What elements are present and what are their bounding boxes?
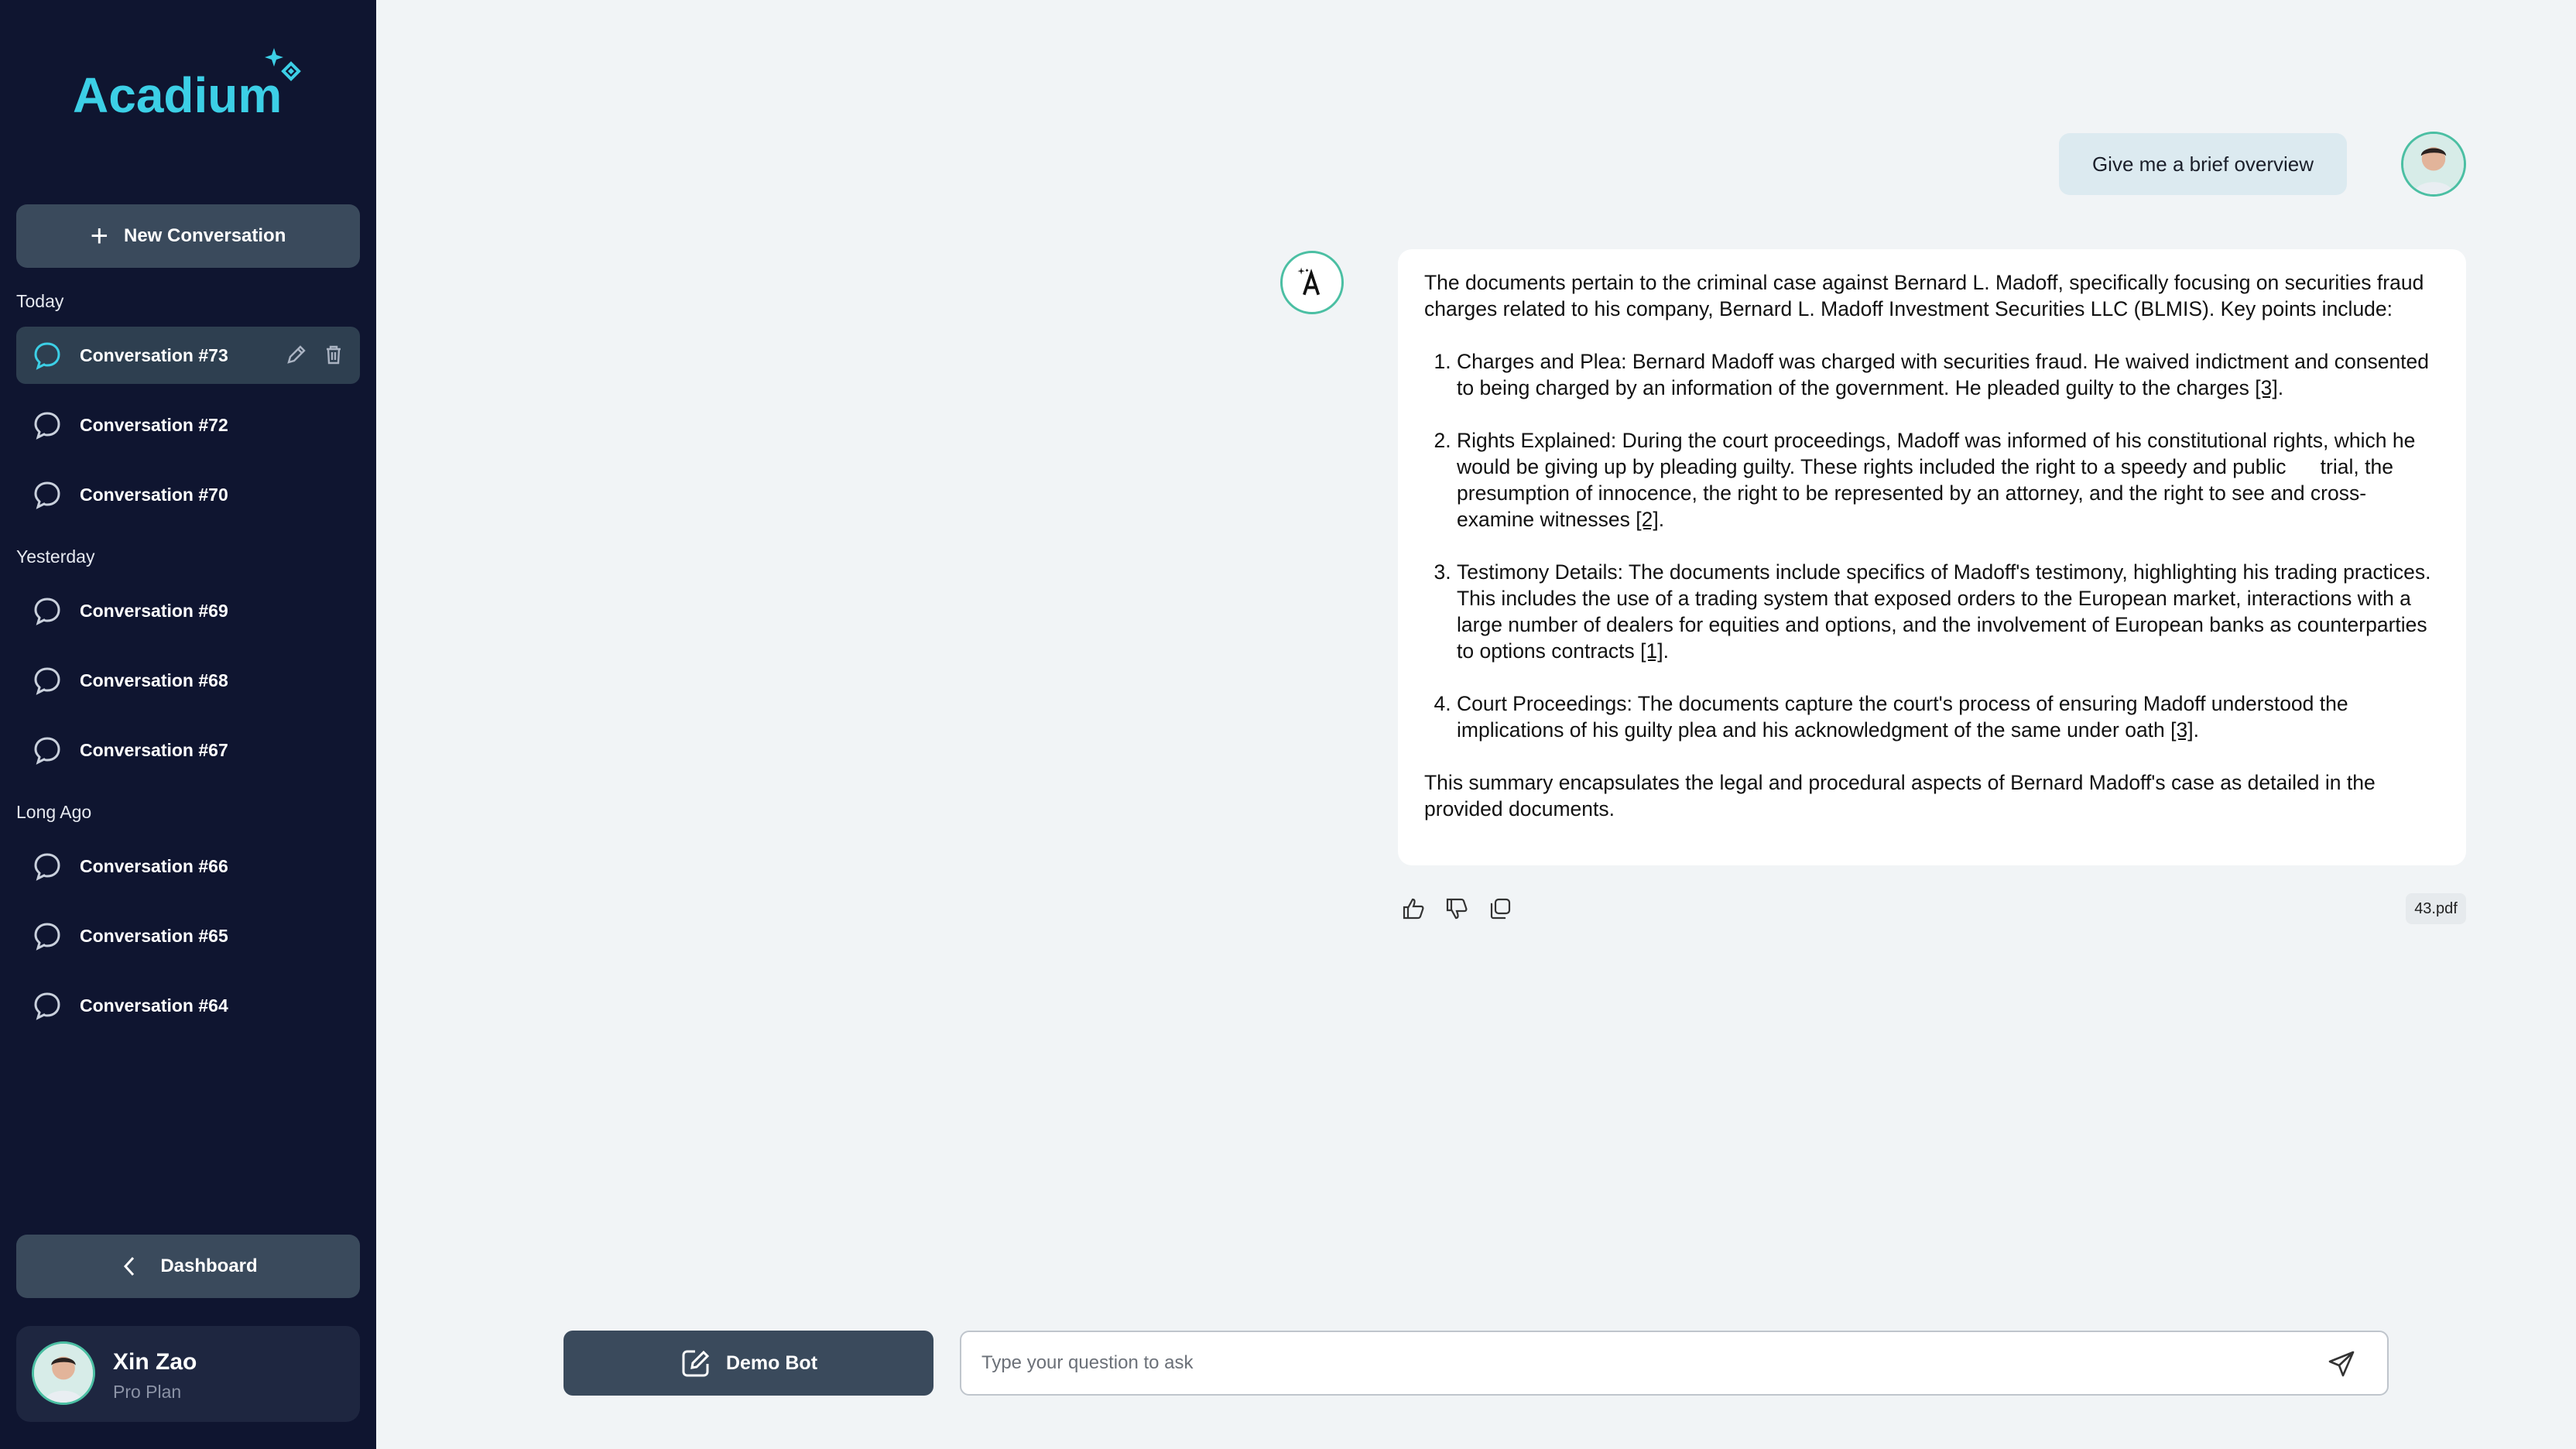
avatar — [32, 1341, 95, 1405]
new-conversation-button[interactable]: + New Conversation — [16, 204, 360, 268]
conversation-label: Conversation #70 — [80, 484, 228, 505]
answer-point-text: Charges and Plea: Bernard Madoff was cha… — [1457, 350, 2430, 399]
conversation-label: Conversation #73 — [80, 344, 228, 365]
dashboard-label: Dashboard — [160, 1255, 258, 1276]
chevron-left-icon — [124, 1256, 135, 1276]
answer-intro: The documents pertain to the criminal ca… — [1424, 271, 2424, 320]
conversation-item-73[interactable]: Conversation #73 — [16, 327, 360, 384]
conversation-label: Conversation #67 — [80, 739, 228, 760]
thumbs-down-icon[interactable] — [1444, 896, 1469, 921]
answer-summary: This summary encapsulates the legal and … — [1424, 771, 2376, 820]
chat-bubble-icon — [34, 667, 60, 695]
trash-icon[interactable] — [321, 342, 346, 367]
conversation-item-64[interactable]: Conversation #64 — [16, 977, 360, 1034]
bot-answer-card: The documents pertain to the criminal ca… — [1398, 249, 2466, 865]
group-label-long-ago: Long Ago — [16, 802, 92, 822]
user-plan: Pro Plan — [113, 1382, 182, 1402]
source-file-tag[interactable]: 43.pdf — [2406, 893, 2466, 924]
citation-link[interactable]: [2] — [1636, 508, 1658, 531]
avatar — [2401, 132, 2466, 197]
app-logo[interactable]: Acadium — [73, 67, 282, 124]
plus-icon: + — [90, 219, 108, 253]
demo-bot-label: Demo Bot — [725, 1351, 818, 1374]
answer-points: Charges and Plea: Bernard Madoff was cha… — [1424, 348, 2440, 743]
new-conversation-label: New Conversation — [123, 225, 286, 246]
chat-bubble-icon — [34, 481, 60, 509]
answer-actions — [1401, 896, 1512, 921]
chat-bubble-icon — [34, 598, 60, 625]
answer-point: Court Proceedings: The documents capture… — [1457, 690, 2440, 743]
demo-bot-button[interactable]: Demo Bot — [564, 1331, 933, 1396]
conversation-label: Conversation #66 — [80, 855, 228, 876]
user-avatar-icon — [2403, 134, 2464, 194]
chat-bubble-icon — [34, 412, 60, 440]
citation-link[interactable]: [3] — [2255, 376, 2277, 399]
conversation-label: Conversation #65 — [80, 925, 228, 946]
user-avatar-icon — [34, 1344, 93, 1403]
conversation-label: Conversation #69 — [80, 600, 228, 621]
chat-bubble-icon — [34, 923, 60, 951]
question-input-box[interactable] — [960, 1331, 2389, 1396]
chat-bubble-icon — [34, 342, 60, 370]
bot-logo-icon — [1297, 267, 1321, 296]
answer-point: Testimony Details: The documents include… — [1457, 559, 2440, 664]
user-name: Xin Zao — [113, 1349, 197, 1375]
group-label-today: Today — [16, 291, 64, 311]
question-input[interactable] — [981, 1332, 2297, 1394]
thumbs-up-icon[interactable] — [1401, 896, 1426, 921]
copy-icon[interactable] — [1488, 896, 1512, 921]
sparkle-icon — [265, 48, 301, 81]
conversation-label: Conversation #64 — [80, 995, 228, 1016]
conversation-item-67[interactable]: Conversation #67 — [16, 721, 360, 779]
edit-icon[interactable] — [284, 342, 309, 367]
answer-point-text: Testimony Details: The documents include… — [1457, 560, 2431, 663]
conversation-label: Conversation #68 — [80, 670, 228, 690]
answer-point-text: Court Proceedings: The documents capture… — [1457, 692, 2348, 742]
user-card[interactable]: Xin Zao Pro Plan — [16, 1326, 360, 1422]
answer-point: Charges and Plea: Bernard Madoff was cha… — [1457, 348, 2440, 401]
answer-point-text: Rights Explained: During the court proce… — [1457, 429, 2421, 531]
conversation-item-69[interactable]: Conversation #69 — [16, 582, 360, 639]
chat-bubble-icon — [34, 853, 60, 881]
dashboard-button[interactable]: Dashboard — [16, 1235, 360, 1298]
citation-link[interactable]: [1] — [1640, 639, 1663, 663]
sidebar: Acadium + New Conversation Today Convers… — [0, 0, 376, 1449]
conversation-item-66[interactable]: Conversation #66 — [16, 838, 360, 895]
send-icon[interactable] — [2327, 1349, 2356, 1379]
citation-link[interactable]: [3] — [2170, 718, 2193, 742]
user-message-bubble: Give me a brief overview — [2059, 133, 2347, 195]
edit-square-icon — [682, 1350, 710, 1377]
chat-bubble-icon — [34, 737, 60, 765]
chat-bubble-icon — [34, 992, 60, 1020]
answer-point: Rights Explained: During the court proce… — [1457, 427, 2440, 533]
conversation-item-65[interactable]: Conversation #65 — [16, 907, 360, 964]
group-label-yesterday: Yesterday — [16, 546, 95, 567]
conversation-item-72[interactable]: Conversation #72 — [16, 396, 360, 454]
bot-avatar — [1280, 251, 1344, 314]
conversation-label: Conversation #72 — [80, 414, 228, 435]
conversation-item-70[interactable]: Conversation #70 — [16, 466, 360, 523]
conversation-item-68[interactable]: Conversation #68 — [16, 652, 360, 709]
